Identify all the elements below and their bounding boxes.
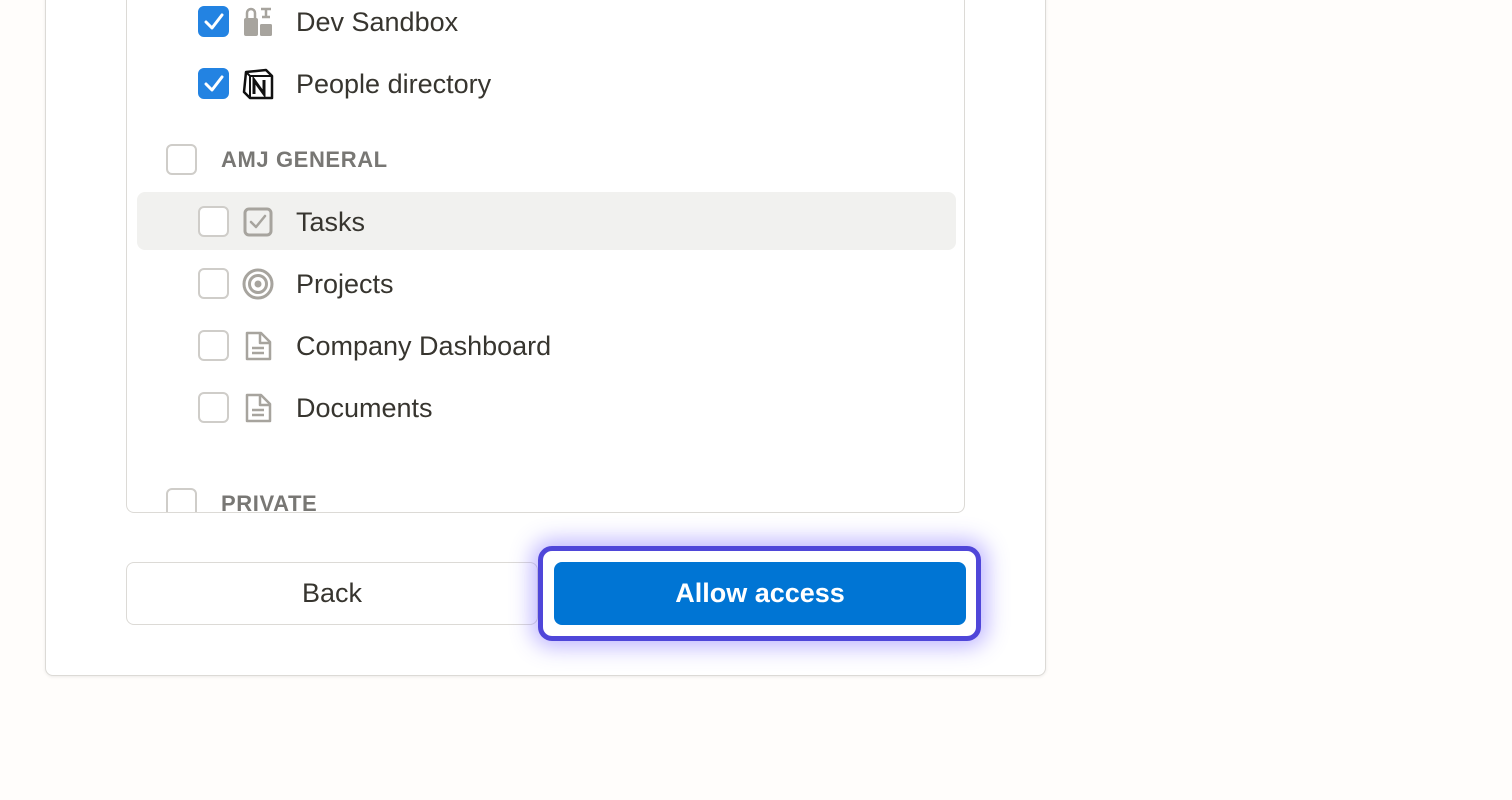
list-item-company-dashboard[interactable]: Company Dashboard: [137, 316, 956, 374]
documents-checkbox[interactable]: [198, 392, 229, 423]
documents-label: Documents: [296, 393, 433, 423]
private-section-checkbox[interactable]: [166, 488, 197, 512]
list-item-dev-sandbox[interactable]: Dev Sandbox: [137, 0, 956, 38]
tasks-label: Tasks: [296, 207, 366, 237]
list-item-people-directory[interactable]: People directory: [137, 42, 956, 100]
checkmark-icon: [204, 75, 224, 92]
amj-general-section-checkbox[interactable]: [166, 144, 197, 175]
dev-sandbox-label: Dev Sandbox: [296, 7, 459, 37]
checkbox-icon: [242, 206, 274, 238]
notion-logo-icon: [242, 68, 274, 100]
allow-access-button[interactable]: Allow access: [554, 562, 966, 625]
document-icon: [242, 330, 274, 362]
dev-sandbox-checkbox[interactable]: [198, 6, 229, 37]
amj-general-section-label: AMJ GENERAL: [221, 147, 388, 172]
people-directory-label: People directory: [296, 69, 492, 99]
document-icon: [242, 392, 274, 424]
company-dashboard-checkbox[interactable]: [198, 330, 229, 361]
back-button[interactable]: Back: [126, 562, 538, 625]
sandbox-icon: [242, 6, 274, 38]
projects-label: Projects: [296, 269, 394, 299]
list-item-documents[interactable]: Documents: [137, 378, 956, 436]
company-dashboard-label: Company Dashboard: [296, 331, 552, 361]
private-section-label: PRIVATE: [221, 491, 318, 513]
tasks-checkbox[interactable]: [198, 206, 229, 237]
people-directory-checkbox[interactable]: [198, 68, 229, 99]
checkmark-icon: [204, 13, 224, 30]
page-selection-list[interactable]: Dev Sandbox People directory AMJ GENERAL: [126, 0, 965, 513]
list-item-tasks[interactable]: Tasks: [137, 192, 956, 250]
list-item-projects[interactable]: Projects: [137, 254, 956, 312]
projects-checkbox[interactable]: [198, 268, 229, 299]
target-icon: [242, 268, 274, 300]
